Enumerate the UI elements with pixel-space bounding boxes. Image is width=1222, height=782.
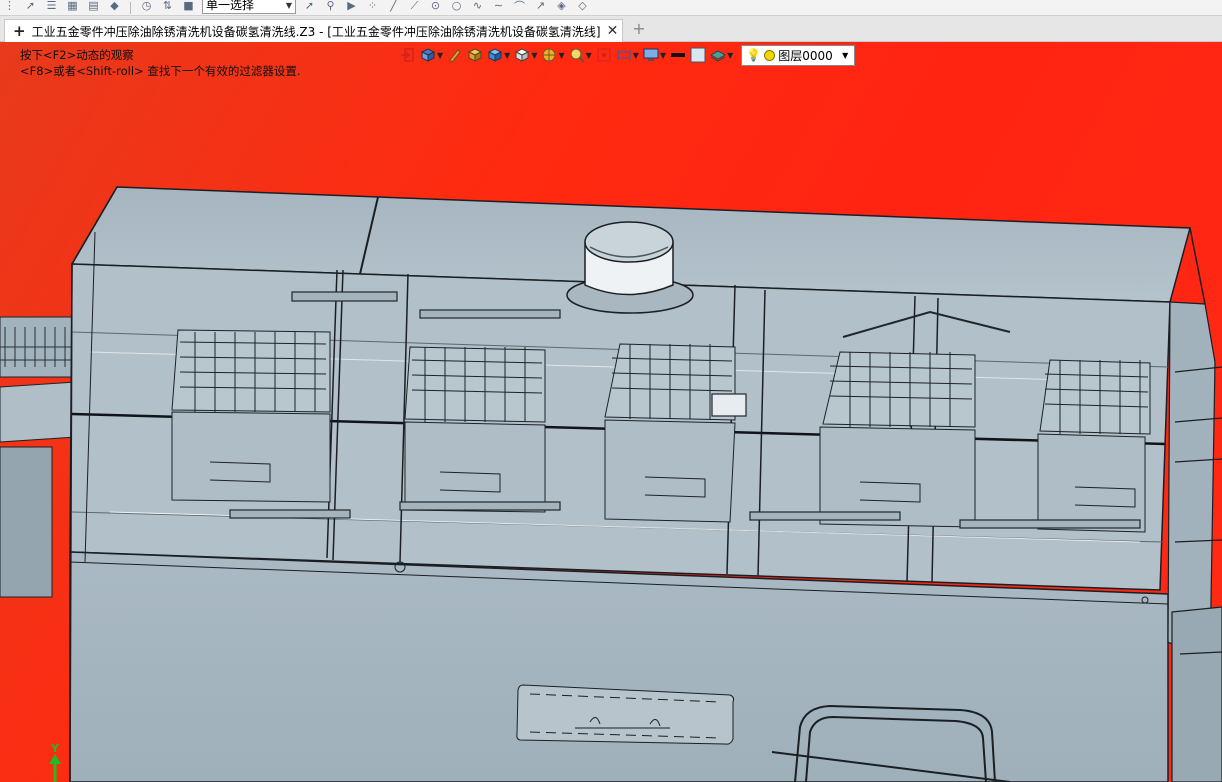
view-cube-icon: [420, 48, 436, 62]
curve-icon[interactable]: ∿: [470, 0, 485, 13]
folder-icon[interactable]: ▤: [86, 0, 101, 13]
spline-icon[interactable]: ∼: [491, 0, 506, 13]
pick-filter-icon[interactable]: ⚲: [323, 0, 338, 13]
monitor-icon: [643, 48, 659, 61]
left-conveyor: [0, 316, 77, 598]
model-view: [0, 186, 1222, 782]
black-line-icon: [671, 53, 686, 57]
line-color-button[interactable]: [670, 45, 686, 65]
selection-mode-value: 单一选择: [206, 0, 255, 12]
fit-view-button[interactable]: [596, 45, 612, 65]
face-color-button[interactable]: [690, 45, 706, 65]
access-plate: [516, 684, 735, 745]
layers-icon[interactable]: ◇: [575, 0, 590, 13]
line-icon[interactable]: ╱: [386, 0, 401, 13]
chevron-down-icon: ▼: [842, 50, 849, 60]
document-tab[interactable]: + 工业五金零件冲压除油除锈清洗机设备碳氢清洗线.Z3 - [工业五金零件冲压除…: [4, 19, 623, 42]
chevron-down-icon: ▼: [285, 0, 292, 10]
dimension-button[interactable]: ▼: [616, 45, 639, 65]
right-conveyor: [1167, 301, 1222, 782]
view-orientation-button[interactable]: ▼: [420, 45, 443, 65]
layer-select[interactable]: 💡 图层0000 ▼: [741, 44, 856, 66]
magnifier-icon: [570, 48, 585, 63]
pen-icon: [449, 49, 461, 63]
render-settings-button[interactable]: ▼: [643, 45, 666, 65]
fit-frame-icon: [597, 48, 611, 62]
section-icon: [542, 48, 556, 62]
chevron-down-icon: ▼: [585, 50, 592, 60]
cursor-icon[interactable]: ➚: [302, 0, 317, 13]
main-toolbar: ⋮ ➚ ☰ ▦ ▤ ◆ ◷ ⇅ ■ 单一选择 ▼ ➚ ⚲ ▶ ⁘ ╱ ⟋ ⊙ ○…: [0, 0, 1222, 16]
chevron-down-icon: ▼: [659, 50, 667, 60]
white-box-icon: [515, 48, 530, 62]
axis-triad: Y: [44, 742, 68, 782]
dimension-icon: [617, 50, 631, 60]
surface-icon[interactable]: ◈: [554, 0, 569, 13]
history-icon[interactable]: ◷: [139, 0, 154, 13]
pick-arrow-icon[interactable]: ➚: [23, 0, 38, 13]
layer-name: 图层0000: [778, 48, 833, 63]
hint-line-1: 按下<F2>动态的观察: [20, 48, 134, 62]
sort-icon[interactable]: ⇅: [160, 0, 175, 13]
graphics-viewport[interactable]: 按下<F2>动态的观察 <F8>或者<Shift-roll> 查找下一个有效的过…: [0, 42, 1222, 782]
lightbulb-icon: 💡: [746, 48, 762, 62]
hint-line-2: <F8>或者<Shift-roll> 查找下一个有效的过滤器设置.: [20, 64, 301, 78]
shaded-view-button[interactable]: [467, 45, 483, 65]
arc-icon[interactable]: ⌒: [512, 0, 527, 13]
color-swatch-icon: [690, 47, 706, 63]
toolbar-grip-icon: ⋮: [4, 0, 15, 12]
pen-tool-button[interactable]: [447, 45, 463, 65]
document-tab-bar: + 工业五金零件冲压除油除锈清洗机设备碳氢清洗线.Z3 - [工业五金零件冲压除…: [0, 16, 1222, 42]
chevron-down-icon: ▼: [504, 50, 511, 60]
segment-icon[interactable]: ⟋: [407, 0, 422, 13]
list-icon[interactable]: ☰: [44, 0, 59, 13]
exit-icon: [401, 48, 414, 62]
chevron-down-icon: ▼: [437, 50, 444, 60]
blue-box-icon: [488, 48, 503, 62]
viewport-toolbar: ▼ ▼ ▼ ▼ ▼ ▼ ▼ ▼ 💡 图层0000 ▼: [400, 44, 856, 66]
selection-mode-select[interactable]: 单一选择 ▼: [202, 0, 296, 14]
arrow-line-icon[interactable]: ↗: [533, 0, 548, 13]
shaded-box-icon: [468, 48, 483, 62]
section-view-button[interactable]: ▼: [541, 45, 565, 65]
exit-button[interactable]: [400, 45, 416, 65]
plus-icon: +: [13, 22, 26, 40]
play-icon[interactable]: ▶: [344, 0, 359, 13]
display-mode-button[interactable]: ▼: [487, 45, 510, 65]
chevron-down-icon: ▼: [558, 50, 565, 60]
stop-icon[interactable]: ■: [181, 0, 196, 13]
filter-icon[interactable]: ▦: [65, 0, 80, 13]
new-tab-button[interactable]: +: [630, 19, 648, 39]
layer-color-icon: [764, 49, 776, 61]
machine-front-panel: [69, 551, 1169, 782]
document-tab-title: 工业五金零件冲压除油除锈清洗机设备碳氢清洗线.Z3 - [工业五金零件冲压除油除…: [31, 24, 601, 39]
layer-stack-icon: [710, 50, 727, 62]
chevron-down-icon: ▼: [632, 50, 639, 60]
chevron-down-icon: ▼: [727, 50, 734, 60]
palette-icon[interactable]: ◆: [107, 0, 122, 13]
y-axis-label: Y: [51, 742, 59, 755]
circle-icon[interactable]: ○: [449, 0, 464, 13]
layer-manager-button[interactable]: ▼: [710, 45, 733, 65]
standard-view-button[interactable]: ▼: [514, 45, 537, 65]
zoom-button[interactable]: ▼: [569, 45, 592, 65]
close-icon[interactable]: ✕: [607, 23, 619, 39]
circle-center-icon[interactable]: ⊙: [428, 0, 443, 13]
chevron-down-icon: ▼: [531, 50, 538, 60]
points-icon[interactable]: ⁘: [365, 0, 380, 13]
